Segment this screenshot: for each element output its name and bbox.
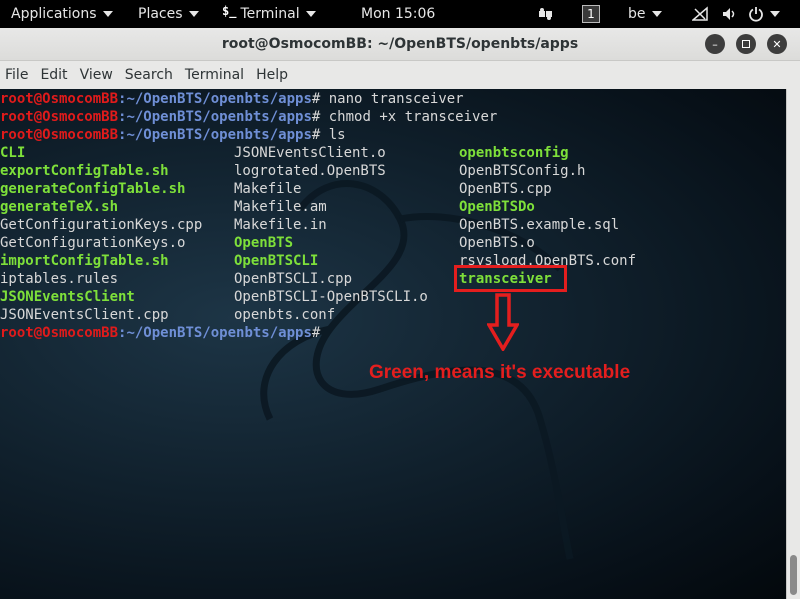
file-entry: Makefile.am bbox=[234, 199, 327, 215]
prompt-symbol: # bbox=[311, 109, 329, 125]
file-entry: OpenBTS.cpp bbox=[459, 181, 552, 197]
command-line: root@OsmocomBB:~/OpenBTS/openbts/apps# n… bbox=[0, 90, 464, 108]
file-entry: GetConfigurationKeys.o bbox=[0, 235, 186, 251]
command-line: root@OsmocomBB:~/OpenBTS/openbts/apps# bbox=[0, 324, 329, 342]
annotation-label: Green, means it's executable bbox=[369, 362, 631, 383]
places-menu[interactable]: Places bbox=[138, 0, 199, 28]
chevron-down-icon bbox=[651, 11, 662, 17]
prompt-user: root@OsmocomBB bbox=[0, 109, 119, 125]
executable-file: OpenBTS bbox=[234, 235, 294, 251]
menu-terminal[interactable]: Terminal bbox=[179, 67, 250, 83]
prompt-path: :~/OpenBTS/openbts/apps bbox=[118, 127, 312, 143]
window-title: root@OsmocomBB: ~/OpenBTS/openbts/apps bbox=[221, 36, 579, 52]
file-entry: JSONEventsClient.cpp bbox=[0, 307, 169, 323]
maximize-button[interactable] bbox=[736, 34, 756, 54]
power-menu[interactable] bbox=[748, 0, 780, 28]
menu-search[interactable]: Search bbox=[119, 67, 179, 83]
executable-file: CLI bbox=[0, 145, 26, 161]
applications-menu[interactable]: Applications bbox=[11, 0, 113, 28]
prompt-symbol: # bbox=[311, 127, 329, 143]
keyboard-layout-menu[interactable]: be bbox=[628, 0, 662, 28]
file-entry: logrotated.OpenBTS bbox=[234, 163, 386, 179]
prompt-path: :~/OpenBTS/openbts/apps bbox=[118, 109, 312, 125]
file-entry: OpenBTSConfig.h bbox=[459, 163, 586, 179]
window-titlebar[interactable]: root@OsmocomBB: ~/OpenBTS/openbts/apps –… bbox=[0, 28, 800, 61]
minimize-icon: – bbox=[712, 37, 718, 51]
file-entry: OpenBTSCLI.cpp bbox=[234, 271, 353, 287]
executable-file: OpenBTSCLI bbox=[234, 253, 319, 269]
chevron-down-icon bbox=[305, 11, 316, 17]
prompt-symbol: # bbox=[311, 91, 329, 107]
speaker-icon bbox=[723, 8, 735, 20]
places-label: Places bbox=[138, 6, 183, 22]
executable-file: generateTeX.sh bbox=[0, 199, 119, 215]
wifi-off-icon bbox=[692, 6, 708, 21]
menu-edit[interactable]: Edit bbox=[34, 67, 73, 83]
terminal-icon: $_ bbox=[222, 4, 237, 18]
chevron-down-icon bbox=[770, 11, 780, 17]
puzzle-icon bbox=[539, 8, 552, 20]
app-menu-label: Terminal bbox=[240, 6, 300, 22]
prompt-path: :~/OpenBTS/openbts/apps bbox=[118, 91, 312, 107]
file-entry: Makefile bbox=[234, 181, 302, 197]
executable-file: importConfigTable.sh bbox=[0, 253, 169, 269]
power-icon bbox=[749, 7, 763, 22]
network-icon[interactable] bbox=[692, 0, 708, 28]
prompt-user: root@OsmocomBB bbox=[0, 127, 119, 143]
chevron-down-icon bbox=[188, 11, 199, 17]
clock[interactable]: Mon 15:06 bbox=[361, 0, 435, 28]
executable-file: generateConfigTable.sh bbox=[0, 181, 186, 197]
terminal-output[interactable]: root@OsmocomBB:~/OpenBTS/openbts/apps# n… bbox=[0, 89, 786, 599]
file-entry: OpenBTSCLI-OpenBTSCLI.o bbox=[234, 289, 428, 305]
highlight-box bbox=[454, 265, 567, 292]
prompt-user: root@OsmocomBB bbox=[0, 325, 119, 341]
file-entry: GetConfigurationKeys.cpp bbox=[0, 217, 203, 233]
prompt-user: root@OsmocomBB bbox=[0, 91, 119, 107]
executable-file: openbtsconfig bbox=[459, 145, 569, 161]
executable-file: exportConfigTable.sh bbox=[0, 163, 169, 179]
command-line: root@OsmocomBB:~/OpenBTS/openbts/apps# l… bbox=[0, 126, 346, 144]
command-text: ls bbox=[328, 127, 346, 143]
file-entry: OpenBTS.o bbox=[459, 235, 535, 251]
workspace-indicator[interactable]: 1 bbox=[582, 0, 600, 28]
prompt-symbol: # bbox=[311, 325, 329, 341]
volume-icon[interactable] bbox=[721, 0, 737, 28]
clock-label: Mon 15:06 bbox=[361, 6, 436, 22]
command-line: root@OsmocomBB:~/OpenBTS/openbts/apps# c… bbox=[0, 108, 497, 126]
command-text: chmod +x transceiver bbox=[328, 109, 498, 125]
minimize-button[interactable]: – bbox=[705, 34, 725, 54]
file-entry: OpenBTS.example.sql bbox=[459, 217, 620, 233]
prompt-path: :~/OpenBTS/openbts/apps bbox=[118, 325, 312, 341]
menu-help[interactable]: Help bbox=[250, 67, 294, 83]
workspace-number: 1 bbox=[582, 5, 600, 23]
top-bar: Applications Places $_ Terminal Mon 15:0… bbox=[0, 0, 800, 28]
accessibility-icon[interactable] bbox=[537, 0, 555, 28]
keyboard-layout-label: be bbox=[628, 6, 646, 22]
applications-label: Applications bbox=[11, 6, 97, 22]
chevron-down-icon bbox=[102, 11, 113, 17]
menu-view[interactable]: View bbox=[74, 67, 119, 83]
executable-file: OpenBTSDo bbox=[459, 199, 535, 215]
close-button[interactable]: ✕ bbox=[767, 34, 787, 54]
file-entry: JSONEventsClient.o bbox=[234, 145, 386, 161]
file-entry: iptables.rules bbox=[0, 271, 119, 287]
close-icon: ✕ bbox=[772, 37, 782, 51]
executable-file: JSONEventsClient bbox=[0, 289, 135, 305]
menu-file[interactable]: File bbox=[0, 67, 34, 83]
app-menu[interactable]: $_ Terminal bbox=[222, 0, 316, 28]
terminal-scrollbar[interactable] bbox=[786, 89, 800, 599]
file-entry: Makefile.in bbox=[234, 217, 327, 233]
command-text: nano transceiver bbox=[328, 91, 464, 107]
scrollbar-thumb[interactable] bbox=[790, 555, 797, 595]
maximize-icon bbox=[742, 40, 750, 48]
menu-bar: File Edit View Search Terminal Help bbox=[0, 61, 800, 89]
arrow-down-icon bbox=[487, 293, 519, 351]
file-entry: openbts.conf bbox=[234, 307, 336, 323]
